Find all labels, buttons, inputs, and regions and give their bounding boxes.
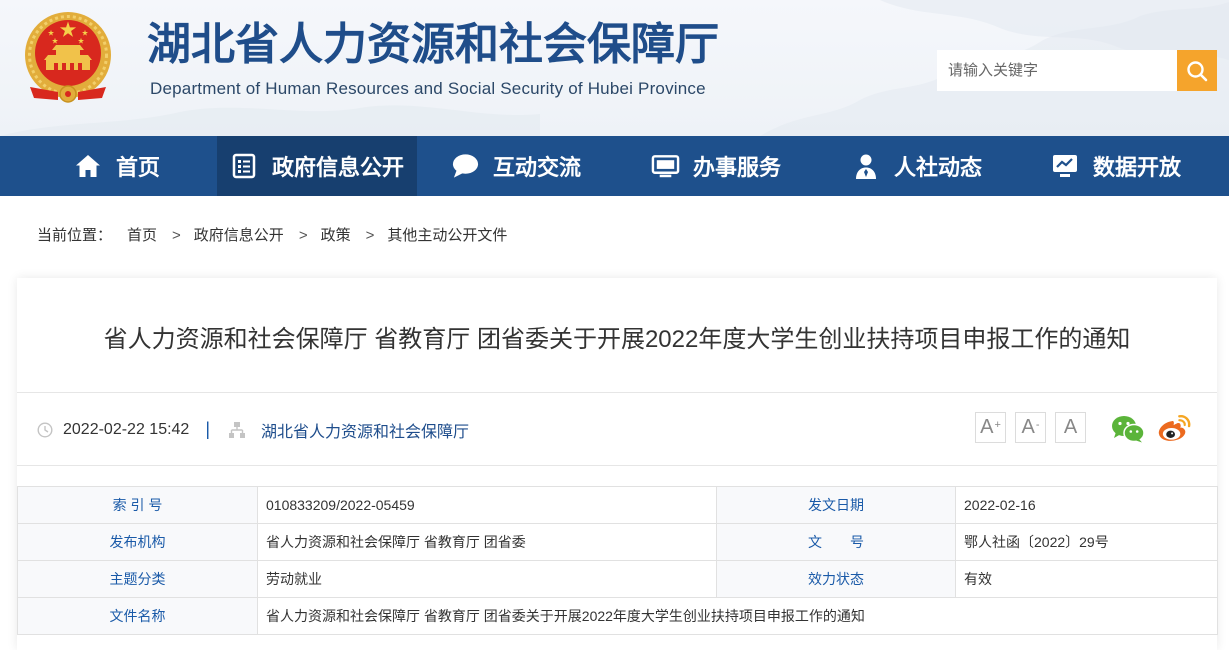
nav-item-open-data[interactable]: 数据开放 [1016, 136, 1216, 196]
nav-item-interaction[interactable]: 互动交流 [416, 136, 616, 196]
nav-item-gov-info[interactable]: 政府信息公开 [217, 136, 417, 196]
breadcrumb-separator: > [365, 227, 375, 244]
nav-item-label: 首页 [115, 155, 160, 180]
meta-separator: | [205, 419, 211, 439]
document-info-table: 索 引 号 010833209/2022-05459 发文日期 2022-02-… [17, 486, 1218, 635]
sitemap-icon [228, 421, 246, 439]
monitor-icon [651, 152, 680, 181]
divider [17, 465, 1217, 466]
breadcrumb-link-other-files[interactable]: 其他主动公开文件 [387, 226, 507, 246]
info-label: 发文日期 [716, 486, 956, 524]
article-container: 省人力资源和社会保障厅 省教育厅 团省委关于开展2022年度大学生创业扶持项目申… [17, 278, 1218, 650]
main-nav: 首页 政府信息公开 互动交流 办事服务 人社动态 数据开放 [0, 136, 1229, 196]
site-title: 湖北省人力资源和社会保障厅 [147, 19, 719, 70]
font-button-letter: A [1021, 416, 1035, 438]
font-size-decrease-button[interactable]: A- [1015, 412, 1046, 443]
breadcrumb-separator: > [298, 227, 308, 244]
publish-datetime: 2022-02-22 15:42 [63, 420, 190, 438]
nav-item-label: 办事服务 [692, 155, 781, 180]
table-row: 索 引 号 010833209/2022-05459 发文日期 2022-02-… [17, 486, 1218, 524]
breadcrumb-prefix: 当前位置： [37, 227, 113, 244]
article-title: 省人力资源和社会保障厅 省教育厅 团省委关于开展2022年度大学生创业扶持项目申… [103, 326, 1131, 353]
person-icon [852, 152, 881, 181]
table-row: 主题分类 劳动就业 效力状态 有效 [17, 560, 1218, 598]
nav-item-news[interactable]: 人社动态 [817, 136, 1017, 196]
publish-source: 湖北省人力资源和社会保障厅 [261, 423, 470, 441]
home-icon [74, 152, 103, 181]
info-value: 010833209/2022-05459 [257, 486, 717, 524]
search-button[interactable] [1177, 50, 1217, 91]
breadcrumb-link-home[interactable]: 首页 [127, 226, 157, 246]
breadcrumb-separator: > [172, 227, 181, 244]
font-button-letter: A [980, 416, 994, 438]
nav-item-home[interactable]: 首页 [47, 136, 187, 196]
document-list-icon [230, 152, 259, 181]
article-meta: 2022-02-22 15:42 | 湖北省人力资源和社会保障厅 A + A- A [17, 393, 1217, 466]
nav-item-label: 互动交流 [492, 155, 581, 180]
breadcrumb: 当前位置： 首页 > 政府信息公开 > 政策 > 其他主动公开文件 [37, 226, 507, 246]
search-icon [1187, 60, 1208, 81]
table-row: 文件名称 省人力资源和社会保障厅 省教育厅 团省委关于开展2022年度大学生创业… [17, 597, 1218, 635]
search-box [937, 50, 1177, 91]
site-header: 湖北省人力资源和社会保障厅 Department of Human Resour… [0, 0, 1229, 136]
info-value: 省人力资源和社会保障厅 省教育厅 团省委关于开展2022年度大学生创业扶持项目申… [257, 597, 1218, 635]
nav-item-services[interactable]: 办事服务 [616, 136, 816, 196]
info-label: 主题分类 [17, 560, 258, 598]
info-value: 2022-02-16 [955, 486, 1218, 524]
breadcrumb-link-policy[interactable]: 政策 [321, 226, 351, 246]
info-value: 鄂人社函〔2022〕29号 [955, 523, 1218, 561]
nav-item-label: 数据开放 [1092, 155, 1181, 180]
chat-bubble-icon [451, 152, 480, 181]
font-size-reset-button[interactable]: A [1055, 412, 1086, 443]
info-value: 省人力资源和社会保障厅 省教育厅 团省委 [257, 523, 717, 561]
info-value: 有效 [955, 560, 1218, 598]
font-size-increase-button[interactable]: A + [975, 412, 1006, 443]
font-button-mark: - [1035, 418, 1040, 431]
info-label: 文件名称 [17, 597, 258, 635]
national-emblem-icon [25, 12, 111, 103]
search-input[interactable] [937, 50, 1177, 91]
site-subtitle: Department of Human Resources and Social… [150, 79, 706, 98]
clock-icon [37, 421, 53, 438]
font-button-letter: A [1063, 416, 1078, 438]
nav-item-label: 政府信息公开 [271, 155, 404, 180]
weibo-icon[interactable] [1157, 413, 1192, 443]
info-label: 效力状态 [716, 560, 956, 598]
info-label: 发布机构 [17, 523, 258, 561]
data-chart-icon [1051, 152, 1080, 181]
info-value: 劳动就业 [257, 560, 717, 598]
article-meta-info: 2022-02-22 15:42 | 湖北省人力资源和社会保障厅 [37, 393, 469, 466]
font-button-mark: + [994, 418, 1001, 431]
wechat-icon[interactable] [1111, 415, 1145, 443]
breadcrumb-link-gov-info[interactable]: 政府信息公开 [194, 226, 284, 246]
nav-item-label: 人社动态 [893, 155, 982, 180]
info-label: 索 引 号 [17, 486, 258, 524]
info-label: 文 号 [716, 523, 956, 561]
table-row: 发布机构 省人力资源和社会保障厅 省教育厅 团省委 文 号 鄂人社函〔2022〕… [17, 523, 1218, 561]
